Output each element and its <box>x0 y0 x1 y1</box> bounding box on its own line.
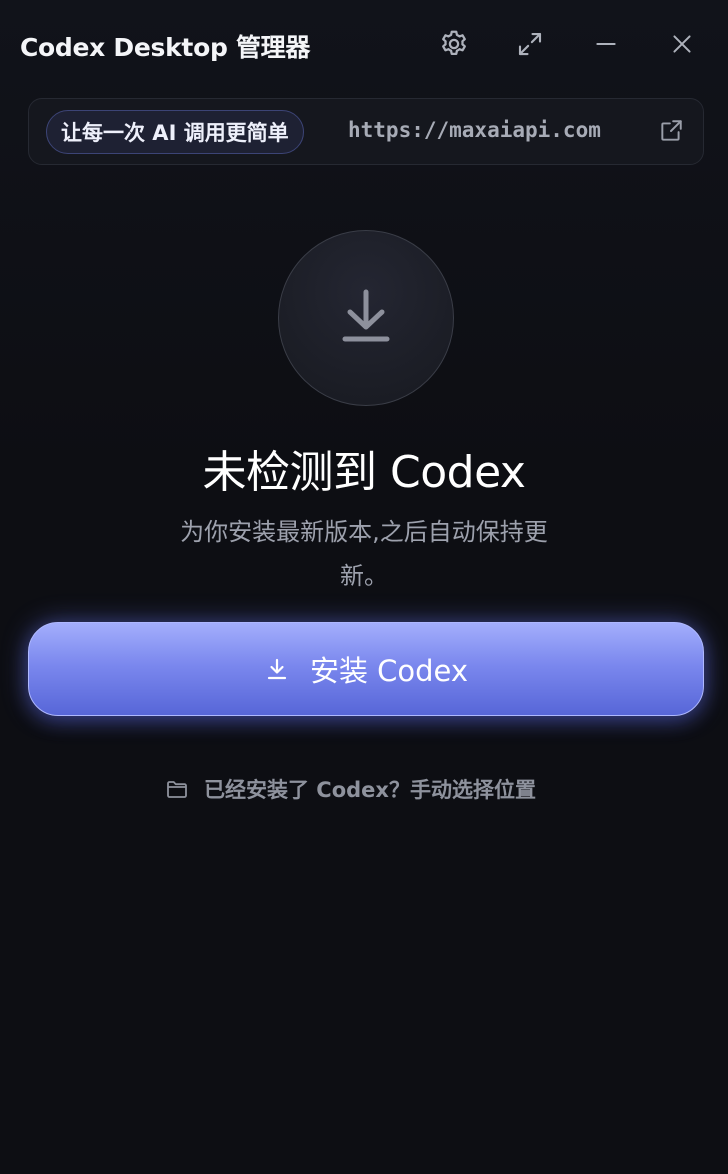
expand-button[interactable] <box>510 24 550 64</box>
promo-badge: 让每一次 AI 调用更简单 <box>46 110 304 154</box>
status-heading: 未检测到 Codex <box>202 447 526 498</box>
settings-button[interactable] <box>434 24 474 64</box>
external-link-icon <box>658 118 684 148</box>
minimize-button[interactable] <box>586 24 626 64</box>
manual-locate-label: 已经安装了 Codex？手动选择位置 <box>204 778 536 802</box>
close-button[interactable] <box>662 24 702 64</box>
folder-icon <box>164 776 190 802</box>
close-icon <box>669 31 695 57</box>
window-title: Codex Desktop 管理器 <box>20 33 311 62</box>
download-icon <box>264 656 290 682</box>
install-button-label: 安装 Codex <box>309 654 469 688</box>
status-description: 为你安装最新版本,之后自动保持更新。 <box>180 518 548 590</box>
install-codex-button[interactable]: 安装 Codex <box>28 622 704 716</box>
title-bar: Codex Desktop 管理器 <box>0 0 728 90</box>
promo-url[interactable]: https://maxaiapi.com <box>348 118 601 142</box>
gear-icon <box>438 28 470 60</box>
app-window: Codex Desktop 管理器 让每一次 AI 调用更简单 https://… <box>0 0 728 1174</box>
minimize-icon <box>593 31 619 57</box>
download-status-circle <box>278 230 454 406</box>
promo-banner: 让每一次 AI 调用更简单 https://maxaiapi.com <box>28 98 704 165</box>
open-link-button[interactable] <box>657 119 685 147</box>
expand-icon <box>515 29 545 59</box>
download-icon <box>338 286 394 350</box>
manual-locate-link[interactable]: 已经安装了 Codex？手动选择位置 <box>164 772 536 806</box>
